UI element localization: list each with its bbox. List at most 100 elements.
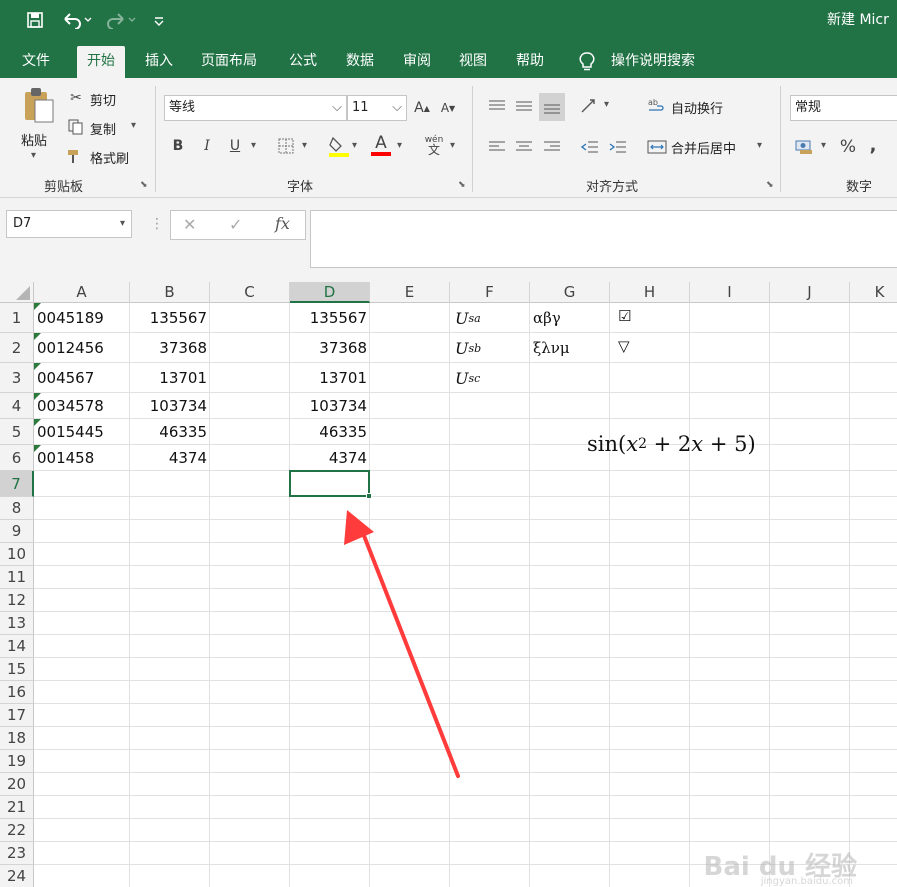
accounting-dropdown-icon[interactable]: ▾: [821, 140, 826, 151]
name-box[interactable]: D7 ▾: [6, 210, 132, 238]
merge-center-button[interactable]: 合并后居中: [671, 138, 736, 157]
cell-d4[interactable]: 103734: [290, 393, 370, 419]
align-bottom-icon[interactable]: [539, 93, 565, 121]
fill-color-icon[interactable]: [328, 134, 350, 158]
decrease-indent-icon[interactable]: [579, 136, 601, 158]
italic-button[interactable]: I: [197, 136, 217, 156]
insert-function-icon[interactable]: fx: [275, 214, 290, 233]
row-header-7[interactable]: 7: [0, 471, 34, 497]
tab-page-layout[interactable]: 页面布局: [191, 46, 267, 78]
column-header-a[interactable]: A: [34, 282, 130, 303]
row-header-1[interactable]: 1: [0, 303, 34, 333]
row-header-15[interactable]: 15: [0, 658, 34, 681]
select-all-corner[interactable]: [0, 282, 34, 303]
font-color-dropdown-icon[interactable]: ▾: [397, 140, 402, 151]
align-left-icon[interactable]: [486, 136, 508, 158]
redo-icon[interactable]: [104, 9, 138, 31]
save-icon[interactable]: [24, 9, 46, 31]
font-name-select[interactable]: 等线 ⌵: [164, 95, 347, 121]
cell-a2[interactable]: 0012456: [34, 333, 130, 363]
row-header-17[interactable]: 17: [0, 704, 34, 727]
formula-input[interactable]: [310, 210, 897, 268]
merge-center-icon[interactable]: [646, 136, 668, 158]
cell-f2[interactable]: Usb: [450, 333, 530, 363]
paste-icon[interactable]: [20, 86, 56, 126]
tab-home[interactable]: 开始: [77, 46, 125, 78]
align-center-icon[interactable]: [513, 136, 535, 158]
format-painter-button[interactable]: 格式刷: [90, 148, 129, 167]
cell-a1[interactable]: 0045189: [34, 303, 130, 333]
cell-b6[interactable]: 4374: [130, 445, 210, 471]
fill-color-dropdown-icon[interactable]: ▾: [352, 140, 357, 151]
wrap-text-icon[interactable]: ab: [646, 95, 668, 117]
cell-b1[interactable]: 135567: [130, 303, 210, 333]
cell-g1[interactable]: αβγ: [530, 303, 610, 333]
alignment-launcher-icon[interactable]: ⬊: [766, 180, 774, 190]
row-header-21[interactable]: 21: [0, 796, 34, 819]
tab-help[interactable]: 帮助: [506, 46, 554, 78]
cell-a4[interactable]: 0034578: [34, 393, 130, 419]
cell-h1[interactable]: ☑: [610, 303, 690, 333]
font-size-select[interactable]: 11 ⌵: [347, 95, 407, 121]
row-header-18[interactable]: 18: [0, 727, 34, 750]
cell-d1[interactable]: 135567: [290, 303, 370, 333]
tell-me-search[interactable]: 操作说明搜索: [601, 46, 705, 78]
align-top-icon[interactable]: [486, 95, 508, 117]
row-header-8[interactable]: 8: [0, 497, 34, 520]
cell-d6[interactable]: 4374: [290, 445, 370, 471]
tab-view[interactable]: 视图: [449, 46, 497, 78]
cell-b5[interactable]: 46335: [130, 419, 210, 445]
shrink-font-icon[interactable]: A ▼: [438, 98, 458, 118]
font-launcher-icon[interactable]: ⬊: [458, 180, 466, 190]
column-header-b[interactable]: B: [130, 282, 210, 303]
increase-indent-icon[interactable]: [607, 136, 629, 158]
paste-button[interactable]: 粘贴: [21, 130, 47, 149]
clipboard-launcher-icon[interactable]: ⬊: [140, 180, 148, 190]
column-header-k[interactable]: K: [850, 282, 897, 303]
font-color-button[interactable]: A: [370, 132, 392, 158]
cell-f3[interactable]: Usc: [450, 363, 530, 393]
phonetic-guide-button[interactable]: wén 文: [423, 132, 445, 158]
cell-f1[interactable]: Usa: [450, 303, 530, 333]
enter-icon[interactable]: ✓: [229, 215, 242, 234]
tab-insert[interactable]: 插入: [135, 46, 183, 78]
column-header-d[interactable]: D: [290, 282, 370, 303]
customize-quick-access-icon[interactable]: [150, 9, 168, 31]
underline-dropdown-icon[interactable]: ▾: [251, 140, 256, 151]
row-header-23[interactable]: 23: [0, 842, 34, 865]
active-cell-selection[interactable]: [289, 470, 370, 497]
borders-icon[interactable]: [276, 136, 296, 156]
column-header-h[interactable]: H: [610, 282, 690, 303]
cell-a6[interactable]: 001458: [34, 445, 130, 471]
row-header-24[interactable]: 24: [0, 865, 34, 887]
grow-font-icon[interactable]: A ▲: [412, 98, 432, 118]
merge-dropdown-icon[interactable]: ▾: [757, 140, 762, 151]
column-header-i[interactable]: I: [690, 282, 770, 303]
cell-d5[interactable]: 46335: [290, 419, 370, 445]
cell-a5[interactable]: 0015445: [34, 419, 130, 445]
row-header-10[interactable]: 10: [0, 543, 34, 566]
format-painter-icon[interactable]: [66, 146, 86, 166]
underline-button[interactable]: U: [225, 136, 245, 156]
align-right-icon[interactable]: [541, 136, 563, 158]
copy-button[interactable]: 复制: [90, 119, 116, 138]
row-header-3[interactable]: 3: [0, 363, 34, 393]
row-header-9[interactable]: 9: [0, 520, 34, 543]
cell-g2[interactable]: ξλνμ: [530, 333, 610, 363]
orientation-icon[interactable]: [578, 95, 600, 117]
row-header-16[interactable]: 16: [0, 681, 34, 704]
column-header-g[interactable]: G: [530, 282, 610, 303]
row-header-13[interactable]: 13: [0, 612, 34, 635]
wrap-text-button[interactable]: 自动换行: [671, 98, 723, 117]
row-header-5[interactable]: 5: [0, 419, 34, 445]
splitter-dots-icon[interactable]: ⋮: [150, 216, 164, 232]
bold-button[interactable]: B: [168, 136, 188, 156]
tab-review[interactable]: 审阅: [393, 46, 441, 78]
undo-icon[interactable]: [60, 9, 94, 31]
copy-icon[interactable]: [66, 117, 86, 137]
row-header-4[interactable]: 4: [0, 393, 34, 419]
cell-b4[interactable]: 103734: [130, 393, 210, 419]
cancel-icon[interactable]: ✕: [183, 215, 196, 234]
row-header-19[interactable]: 19: [0, 750, 34, 773]
row-header-22[interactable]: 22: [0, 819, 34, 842]
